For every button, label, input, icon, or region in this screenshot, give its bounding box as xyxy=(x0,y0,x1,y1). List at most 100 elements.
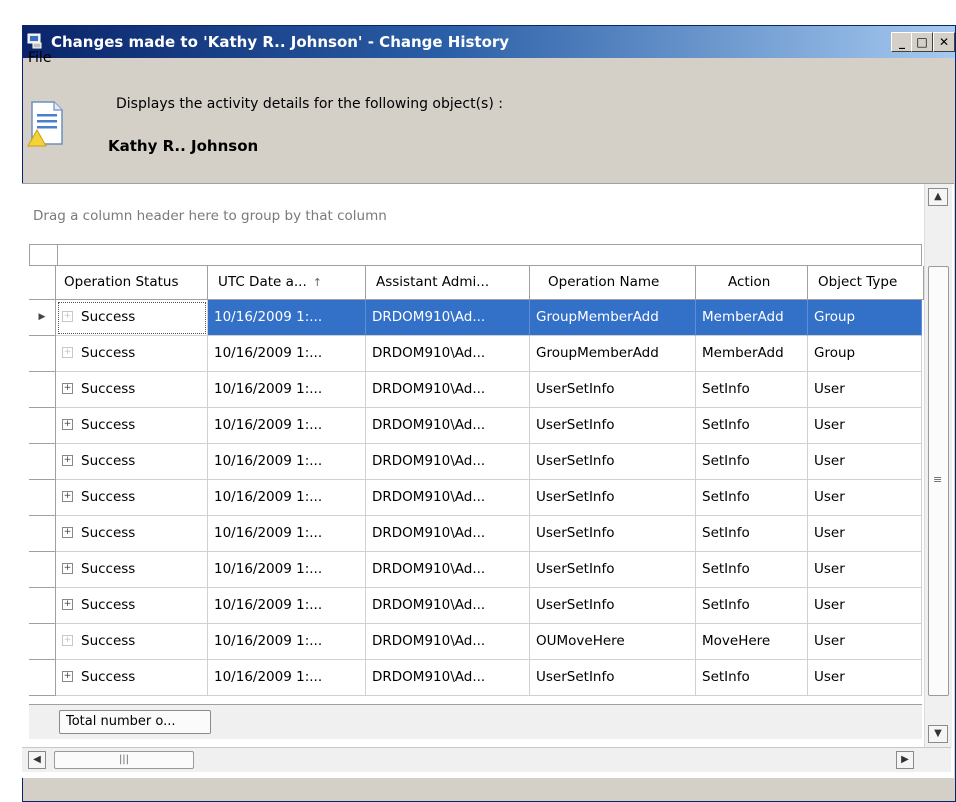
cell-admin[interactable]: DRDOM910\Ad... xyxy=(366,336,530,372)
table-row[interactable]: + Success 10/16/2009 1:... DRDOM910\Ad... Us… xyxy=(29,408,922,444)
cell-admin[interactable]: DRDOM910\Ad... xyxy=(366,300,530,336)
cell-status[interactable]: + Success xyxy=(56,480,208,516)
cell-type[interactable]: User xyxy=(808,372,922,408)
cell-status[interactable]: + Success xyxy=(56,588,208,624)
column-header-object-type[interactable]: Object Type xyxy=(808,266,924,300)
cell-status[interactable]: + Success xyxy=(56,408,208,444)
cell-operation[interactable]: UserSetInfo xyxy=(530,372,696,408)
band-selector[interactable] xyxy=(30,245,58,265)
expand-plus-icon[interactable]: + xyxy=(62,454,73,466)
cell-action[interactable]: SetInfo xyxy=(696,660,808,696)
table-row[interactable]: + Success 10/16/2009 1:... DRDOM910\Ad... Us… xyxy=(29,516,922,552)
cell-action[interactable]: MemberAdd xyxy=(696,336,808,372)
cell-admin[interactable]: DRDOM910\Ad... xyxy=(366,660,530,696)
cell-type[interactable]: User xyxy=(808,516,922,552)
table-row[interactable]: + Success 10/16/2009 1:... DRDOM910\Ad... Us… xyxy=(29,552,922,588)
cell-type[interactable]: User xyxy=(808,588,922,624)
cell-action[interactable]: MoveHere xyxy=(696,624,808,660)
table-row[interactable]: + Success 10/16/2009 1:... DRDOM910\Ad... Us… xyxy=(29,588,922,624)
expand-plus-icon[interactable]: + xyxy=(62,634,73,646)
row-selector[interactable] xyxy=(29,444,56,480)
title-bar[interactable]: Changes made to 'Kathy R.. Johnson' - Ch… xyxy=(23,26,955,58)
cell-action[interactable]: MemberAdd xyxy=(696,300,808,336)
expand-plus-icon[interactable]: + xyxy=(62,310,73,322)
column-header-action[interactable]: Action xyxy=(696,266,808,300)
cell-action[interactable]: SetInfo xyxy=(696,516,808,552)
cell-admin[interactable]: DRDOM910\Ad... xyxy=(366,624,530,660)
cell-status[interactable]: + Success xyxy=(56,660,208,696)
row-selector[interactable] xyxy=(29,408,56,444)
row-selector[interactable] xyxy=(29,552,56,588)
cell-operation[interactable]: GroupMemberAdd xyxy=(530,336,696,372)
cell-date[interactable]: 10/16/2009 1:... xyxy=(208,336,366,372)
cell-action[interactable]: SetInfo xyxy=(696,444,808,480)
column-header-assistant-admin[interactable]: Assistant Admi... xyxy=(366,266,530,300)
cell-action[interactable]: SetInfo xyxy=(696,408,808,444)
cell-date[interactable]: 10/16/2009 1:... xyxy=(208,588,366,624)
row-selector[interactable] xyxy=(29,372,56,408)
row-selector[interactable] xyxy=(29,624,56,660)
cell-admin[interactable]: DRDOM910\Ad... xyxy=(366,480,530,516)
expand-plus-icon[interactable]: + xyxy=(62,418,73,430)
table-row[interactable]: + Success 10/16/2009 1:... DRDOM910\Ad... Gr… xyxy=(29,336,922,372)
cell-type[interactable]: User xyxy=(808,408,922,444)
vertical-scroll-thumb[interactable]: ≡ xyxy=(928,266,949,696)
cell-status[interactable]: + Success xyxy=(56,552,208,588)
cell-date[interactable]: 10/16/2009 1:... xyxy=(208,300,366,336)
vertical-scrollbar[interactable]: ▲ ≡ ▼ xyxy=(924,184,952,747)
table-row[interactable]: + Success 10/16/2009 1:... DRDOM910\Ad... Us… xyxy=(29,480,922,516)
cell-operation[interactable]: UserSetInfo xyxy=(530,516,696,552)
cell-action[interactable]: SetInfo xyxy=(696,588,808,624)
horizontal-scroll-thumb[interactable]: ||| xyxy=(54,751,194,769)
cell-status[interactable]: + Success xyxy=(56,372,208,408)
cell-admin[interactable]: DRDOM910\Ad... xyxy=(366,552,530,588)
maximize-button[interactable]: □ xyxy=(911,32,933,52)
cell-type[interactable]: Group xyxy=(808,300,922,336)
column-header-operation-status[interactable]: Operation Status xyxy=(56,266,208,300)
cell-type[interactable]: User xyxy=(808,480,922,516)
cell-type[interactable]: User xyxy=(808,552,922,588)
cell-action[interactable]: SetInfo xyxy=(696,372,808,408)
cell-admin[interactable]: DRDOM910\Ad... xyxy=(366,444,530,480)
group-by-area[interactable]: Drag a column header here to group by th… xyxy=(33,208,387,224)
cell-operation[interactable]: OUMoveHere xyxy=(530,624,696,660)
cell-admin[interactable]: DRDOM910\Ad... xyxy=(366,516,530,552)
cell-operation[interactable]: UserSetInfo xyxy=(530,660,696,696)
cell-admin[interactable]: DRDOM910\Ad... xyxy=(366,408,530,444)
cell-status[interactable]: + Success xyxy=(56,336,208,372)
scroll-right-icon[interactable]: ▶ xyxy=(896,751,914,769)
cell-status[interactable]: + Success xyxy=(56,444,208,480)
column-header-utc-date[interactable]: UTC Date a... ↑ xyxy=(208,266,366,300)
cell-date[interactable]: 10/16/2009 1:... xyxy=(208,444,366,480)
table-row[interactable]: + Success 10/16/2009 1:... DRDOM910\Ad... Us… xyxy=(29,372,922,408)
scroll-left-icon[interactable]: ◀ xyxy=(28,751,46,769)
cell-date[interactable]: 10/16/2009 1:... xyxy=(208,372,366,408)
cell-status[interactable]: + Success xyxy=(56,300,208,336)
row-selector[interactable] xyxy=(29,660,56,696)
cell-operation[interactable]: UserSetInfo xyxy=(530,408,696,444)
total-count-summary[interactable]: Total number o... xyxy=(59,710,211,734)
current-row-indicator-icon[interactable]: ▶ xyxy=(29,300,56,336)
expand-plus-icon[interactable]: + xyxy=(62,346,73,358)
scroll-up-icon[interactable]: ▲ xyxy=(928,188,948,206)
row-selector[interactable] xyxy=(29,336,56,372)
expand-plus-icon[interactable]: + xyxy=(62,670,73,682)
cell-operation[interactable]: UserSetInfo xyxy=(530,552,696,588)
cell-date[interactable]: 10/16/2009 1:... xyxy=(208,480,366,516)
cell-admin[interactable]: DRDOM910\Ad... xyxy=(366,372,530,408)
cell-date[interactable]: 10/16/2009 1:... xyxy=(208,552,366,588)
cell-type[interactable]: User xyxy=(808,660,922,696)
expand-plus-icon[interactable]: + xyxy=(62,526,73,538)
table-row[interactable]: ▶ + Success 10/16/2009 1:... DRDOM910\Ad... G… xyxy=(29,300,922,336)
horizontal-scrollbar[interactable]: ◀ ||| ▶ xyxy=(22,747,951,772)
cell-action[interactable]: SetInfo xyxy=(696,480,808,516)
menu-file[interactable]: File xyxy=(28,50,51,66)
expand-plus-icon[interactable]: + xyxy=(62,382,73,394)
row-selector[interactable] xyxy=(29,480,56,516)
cell-admin[interactable]: DRDOM910\Ad... xyxy=(366,588,530,624)
row-selector-header[interactable] xyxy=(29,266,56,300)
scroll-down-icon[interactable]: ▼ xyxy=(928,725,948,743)
expand-plus-icon[interactable]: + xyxy=(62,598,73,610)
close-button[interactable]: ✕ xyxy=(933,32,955,52)
expand-plus-icon[interactable]: + xyxy=(62,562,73,574)
